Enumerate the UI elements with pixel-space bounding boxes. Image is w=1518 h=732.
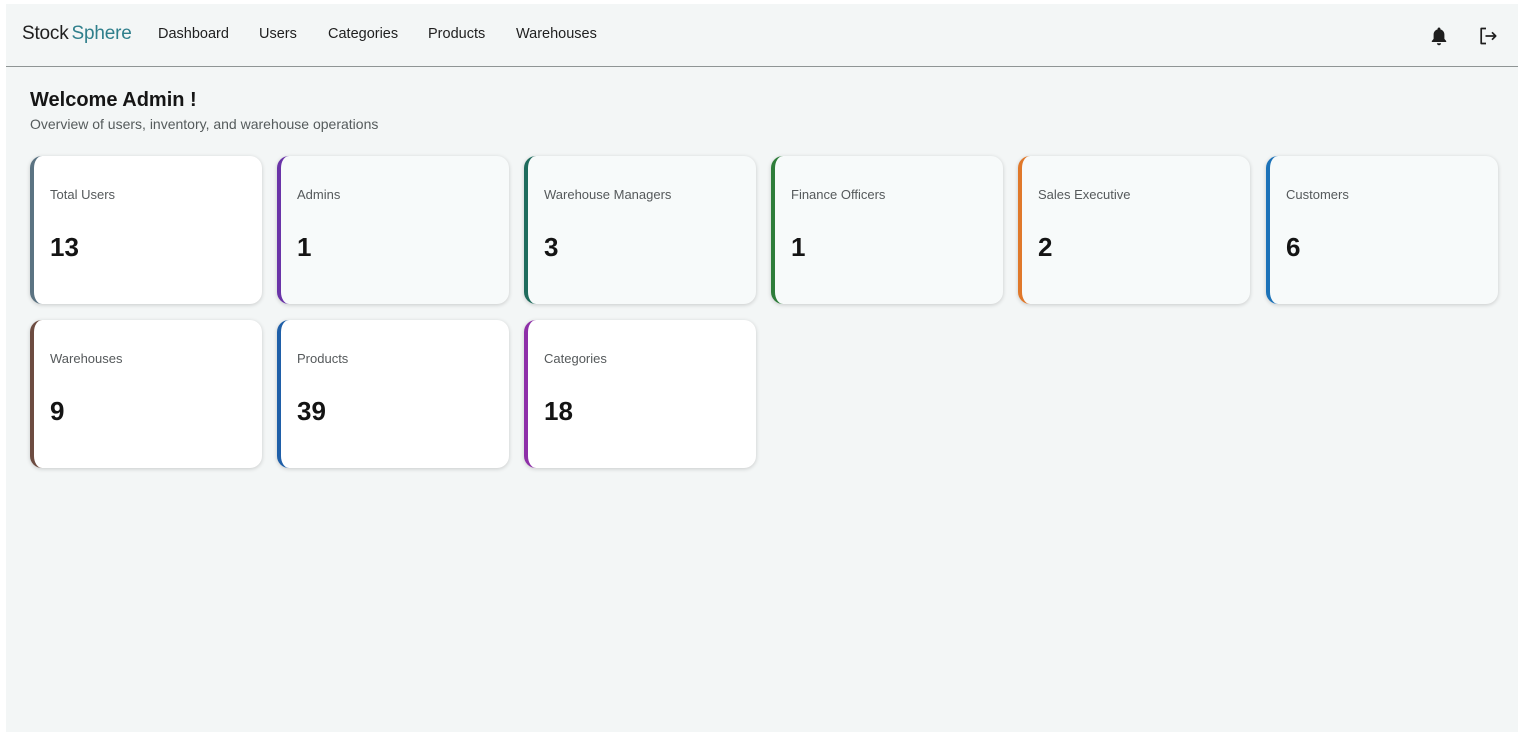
brand-logo[interactable]: Stock Sphere <box>22 23 132 45</box>
stat-label: Sales Executive <box>1038 187 1131 202</box>
stat-card-admins[interactable]: Admins 1 <box>277 156 509 304</box>
nav-users[interactable]: Users <box>259 26 297 42</box>
stat-card-warehouses[interactable]: Warehouses 9 <box>30 320 262 468</box>
notifications-button[interactable] <box>1427 24 1451 48</box>
stat-card-sales-executive[interactable]: Sales Executive 2 <box>1018 156 1250 304</box>
stat-label: Products <box>297 351 349 366</box>
stat-card-warehouse-managers[interactable]: Warehouse Managers 3 <box>524 156 756 304</box>
stat-label: Finance Officers <box>791 187 886 202</box>
stat-card-categories[interactable]: Categories 18 <box>524 320 756 468</box>
nav-warehouses[interactable]: Warehouses <box>516 26 597 42</box>
stat-value: 2 <box>1038 232 1053 262</box>
page-subtitle: Overview of users, inventory, and wareho… <box>30 116 379 132</box>
stat-value: 39 <box>297 396 326 426</box>
stat-value: 1 <box>791 232 806 262</box>
nav-products[interactable]: Products <box>428 26 485 42</box>
bell-icon <box>1431 27 1447 46</box>
stat-value: 9 <box>50 396 65 426</box>
page-title: Welcome Admin ! <box>30 89 197 111</box>
stat-label: Admins <box>297 187 341 202</box>
stat-card-products[interactable]: Products 39 <box>277 320 509 468</box>
stat-label: Categories <box>544 351 607 366</box>
brand-name-part2: Sphere <box>71 23 132 44</box>
logout-icon <box>1480 27 1497 45</box>
stat-card-finance-officers[interactable]: Finance Officers 1 <box>771 156 1003 304</box>
brand-name-part1: Stock <box>22 23 69 44</box>
stat-value: 6 <box>1286 232 1301 262</box>
nav-categories[interactable]: Categories <box>328 26 398 42</box>
logout-button[interactable] <box>1476 24 1500 48</box>
stat-value: 3 <box>544 232 559 262</box>
app-window: Stock Sphere Dashboard Users Categories P… <box>6 4 1518 732</box>
nav-dashboard[interactable]: Dashboard <box>158 26 229 42</box>
stat-card-total-users[interactable]: Total Users 13 <box>30 156 262 304</box>
stat-label: Customers <box>1286 187 1349 202</box>
stat-card-customers[interactable]: Customers 6 <box>1266 156 1498 304</box>
top-navbar: Stock Sphere Dashboard Users Categories P… <box>6 4 1518 67</box>
stat-value: 1 <box>297 232 312 262</box>
stat-label: Warehouses <box>50 351 123 366</box>
stat-value: 18 <box>544 396 573 426</box>
stat-label: Total Users <box>50 187 116 202</box>
stat-label: Warehouse Managers <box>544 187 672 202</box>
stat-value: 13 <box>50 232 79 262</box>
